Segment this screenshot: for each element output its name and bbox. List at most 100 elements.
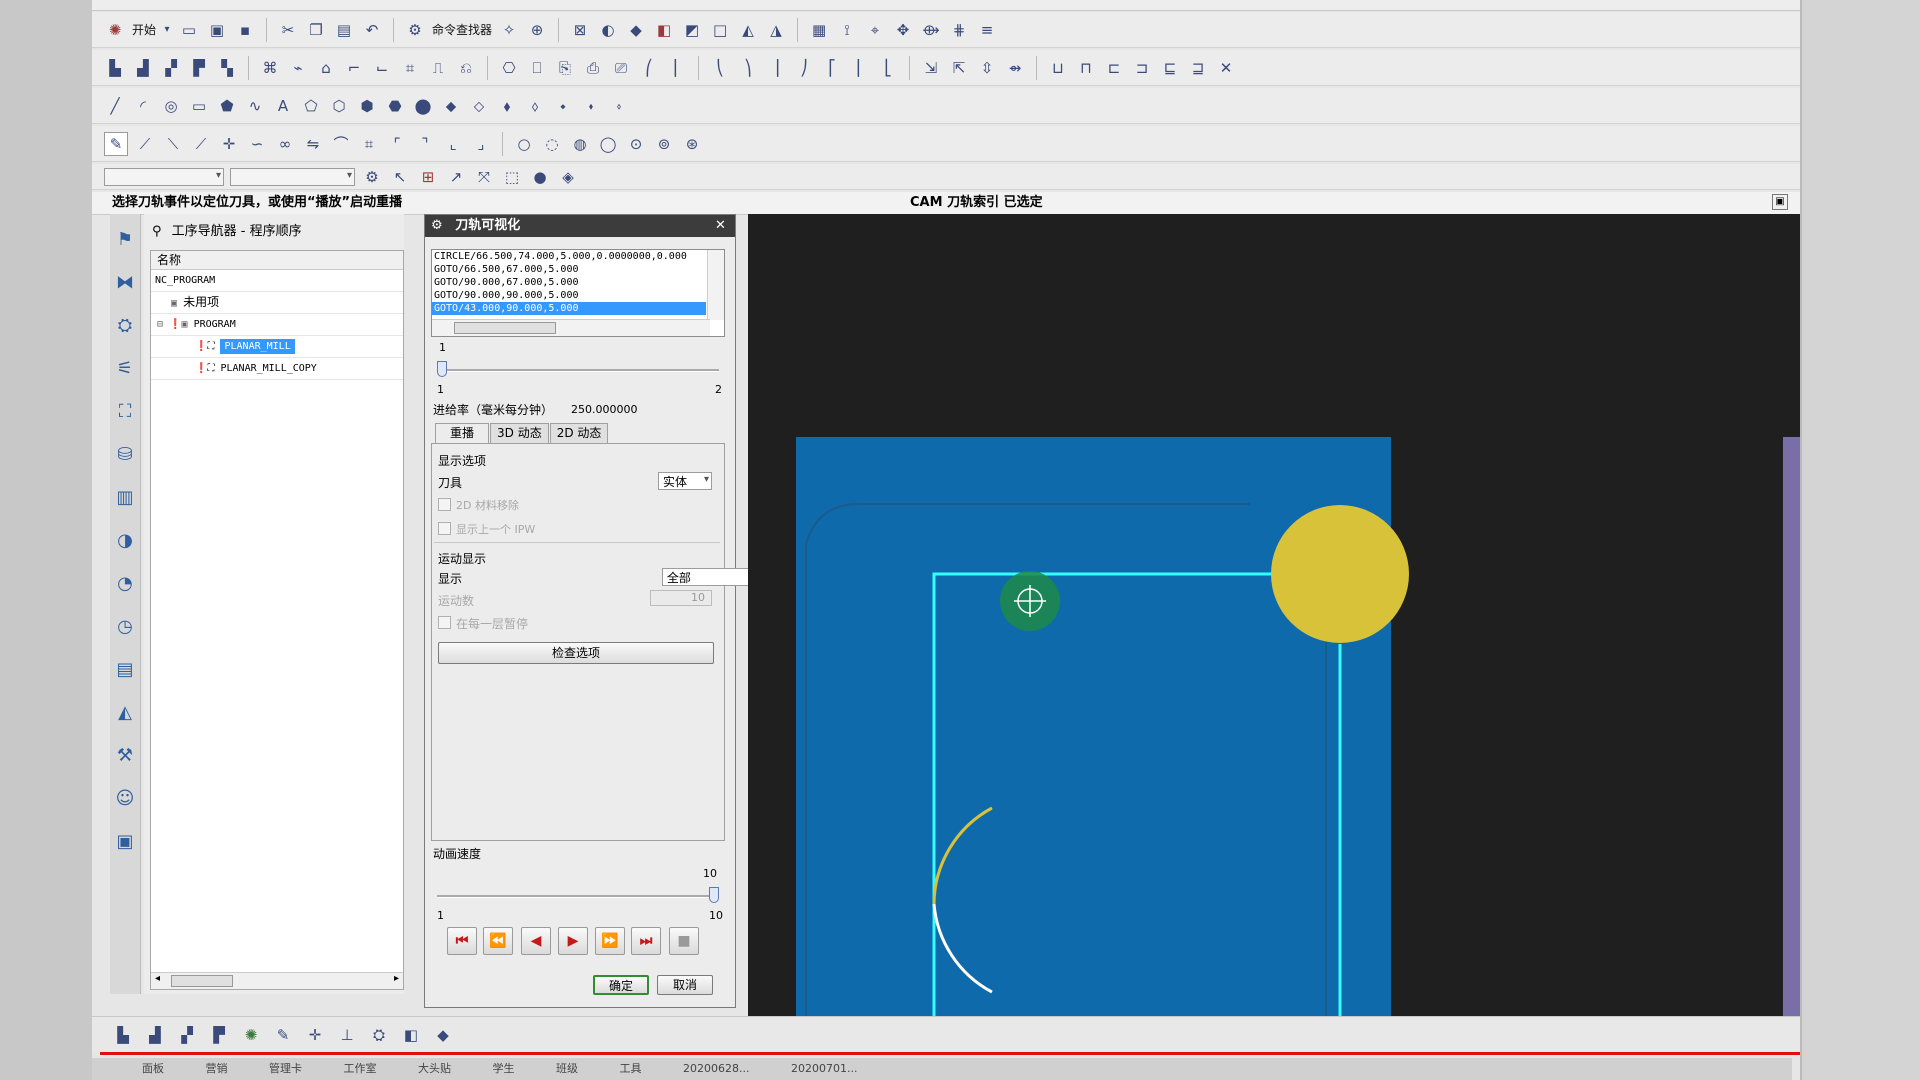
ruler-icon[interactable]: ≡ bbox=[976, 19, 998, 41]
polygon-icon[interactable]: ⬟ bbox=[216, 95, 238, 117]
taskbar-item[interactable]: 面板 bbox=[142, 1062, 164, 1075]
snap-view-icon[interactable]: ◭ bbox=[737, 19, 759, 41]
cross-icon[interactable]: ✛ bbox=[218, 133, 240, 155]
project-curve-icon[interactable]: ⬡ bbox=[328, 95, 350, 117]
select-all-icon[interactable]: ⚙ bbox=[361, 166, 383, 188]
tree-row-unused[interactable]: ▣ 未用项 bbox=[151, 292, 403, 314]
event-slider-track[interactable] bbox=[437, 369, 719, 372]
paste-icon[interactable]: ▤ bbox=[333, 19, 355, 41]
speed-slider-track[interactable] bbox=[437, 895, 719, 898]
fillet-icon[interactable]: ⌒ bbox=[330, 133, 352, 155]
measure-icon[interactable]: ⟟ bbox=[836, 19, 858, 41]
spline-icon[interactable]: ∿ bbox=[244, 95, 266, 117]
type-filter-combo[interactable] bbox=[104, 167, 224, 186]
ellipse-icon[interactable]: ⊙ bbox=[625, 133, 647, 155]
datum-icon[interactable]: ▛ bbox=[208, 1024, 230, 1046]
tool-display-select[interactable]: 实体 bbox=[658, 472, 712, 490]
filter-icon[interactable]: ⊕ bbox=[526, 19, 548, 41]
shell-icon[interactable]: ⬫ bbox=[608, 95, 630, 117]
corner-icon[interactable]: ⌜ bbox=[386, 133, 408, 155]
cut-icon[interactable]: ✂ bbox=[277, 19, 299, 41]
delete-object-icon[interactable]: ⌙ bbox=[371, 57, 393, 79]
circle-tangent-icon[interactable]: ◍ bbox=[569, 133, 591, 155]
tool-display-icon[interactable]: ⎢ bbox=[849, 57, 871, 79]
method-view-icon[interactable]: ⎠ bbox=[793, 57, 815, 79]
cube-small-icon[interactable]: ◆ bbox=[432, 1024, 454, 1046]
angle-line-icon[interactable]: ⟋ bbox=[190, 133, 212, 155]
sphere-select-icon[interactable]: ● bbox=[529, 166, 551, 188]
tree-row-nc-program[interactable]: NC_PROGRAM bbox=[151, 270, 403, 292]
cls-code-list[interactable]: CIRCLE/66.500,74.000,5.000,0.0000000,0.0… bbox=[431, 249, 725, 337]
grid-icon[interactable]: ⋕ bbox=[948, 19, 970, 41]
sketch-icon[interactable]: ✎ bbox=[104, 131, 128, 156]
cube-select-icon[interactable]: ◈ bbox=[557, 166, 579, 188]
orient-view-icon[interactable]: ◩ bbox=[681, 19, 703, 41]
check-options-button[interactable]: 检查选项 bbox=[438, 642, 714, 664]
cut-object-icon[interactable]: ⌁ bbox=[287, 57, 309, 79]
line-icon[interactable]: ╱ bbox=[104, 95, 126, 117]
edit-object-icon[interactable]: ⌘ bbox=[259, 57, 281, 79]
simulate-icon[interactable]: ⎕ bbox=[526, 57, 548, 79]
move-icon[interactable]: ✥ bbox=[892, 19, 914, 41]
taskbar-item[interactable]: 大头贴 bbox=[418, 1062, 451, 1075]
trim-icon[interactable]: ⌞ bbox=[442, 133, 464, 155]
trim-curve-icon[interactable]: ⬤ bbox=[412, 95, 434, 117]
output-cls-icon[interactable]: ⎛ bbox=[638, 57, 660, 79]
play-reverse-button[interactable]: ◀ bbox=[521, 927, 551, 955]
scroll-right-icon[interactable]: ▸ bbox=[394, 973, 399, 984]
code-vertical-scrollbar[interactable] bbox=[707, 250, 724, 320]
cylinder-icon[interactable]: ⊔ bbox=[1047, 57, 1069, 79]
create-geometry-icon[interactable]: ▞ bbox=[160, 57, 182, 79]
code-line-selected[interactable]: GOTO/43.000,90.000,5.000 bbox=[432, 302, 706, 315]
feed-speed-icon[interactable]: ⎜ bbox=[666, 57, 688, 79]
paste-object-icon[interactable]: ⌐ bbox=[343, 57, 365, 79]
rectangle-icon[interactable]: ▭ bbox=[188, 95, 210, 117]
machine-tool-navigator-icon[interactable]: ⛶ bbox=[112, 398, 138, 424]
extend-icon[interactable]: ⌟ bbox=[470, 133, 492, 155]
table-icon[interactable]: ▦ bbox=[808, 19, 830, 41]
clean-up-icon[interactable]: ⇴ bbox=[1004, 57, 1026, 79]
replay-path-icon[interactable]: ⎌ bbox=[455, 57, 477, 79]
display-box-icon[interactable]: □ bbox=[709, 19, 731, 41]
analysis-shade-icon[interactable]: ✺ bbox=[240, 1024, 262, 1046]
cancel-button[interactable]: 取消 bbox=[657, 975, 713, 995]
column-header-name[interactable]: 名称 bbox=[151, 251, 403, 270]
rewind-to-start-button[interactable]: ⏮ bbox=[447, 927, 477, 955]
event-slider-thumb[interactable] bbox=[437, 361, 447, 377]
tab-3d-dynamic[interactable]: 3D 动态 bbox=[490, 423, 549, 443]
shape-icon[interactable]: ▞ bbox=[176, 1024, 198, 1046]
taskbar-item[interactable]: 班级 bbox=[556, 1062, 578, 1075]
constraint-navigator-icon[interactable]: ⧓ bbox=[112, 269, 138, 295]
code-line[interactable]: CIRCLE/66.500,74.000,5.000,0.0000000,0.0… bbox=[432, 250, 706, 263]
cutting-tool[interactable] bbox=[1271, 505, 1409, 643]
feature-icon[interactable]: ▙ bbox=[112, 1024, 134, 1046]
circle-point-icon[interactable]: ◎ bbox=[160, 95, 182, 117]
part-navigator-icon[interactable]: ⛭ bbox=[112, 312, 138, 338]
select-region-icon[interactable]: ⇱ bbox=[948, 57, 970, 79]
chain-icon[interactable]: ∞ bbox=[274, 133, 296, 155]
scroll-thumb[interactable] bbox=[454, 322, 556, 334]
code-horizontal-scrollbar[interactable] bbox=[432, 319, 710, 336]
maximize-icon[interactable]: ▣ bbox=[1772, 194, 1788, 210]
reuse-library-icon[interactable]: ⛁ bbox=[112, 441, 138, 467]
arc-3pt-icon[interactable]: ⊛ bbox=[681, 133, 703, 155]
new-file-icon[interactable]: ▭ bbox=[178, 19, 200, 41]
assembly-icon[interactable]: ⛭ bbox=[368, 1024, 390, 1046]
start-button[interactable]: 开始 bbox=[132, 21, 156, 38]
toolbox-icon[interactable]: ⊑ bbox=[1159, 57, 1181, 79]
post-process-icon[interactable]: ⎙ bbox=[582, 57, 604, 79]
join-curve-icon[interactable]: ⬣ bbox=[384, 95, 406, 117]
checkbox-show-previous-ipw[interactable] bbox=[438, 522, 451, 535]
thicken-icon[interactable]: ⬪ bbox=[580, 95, 602, 117]
taskbar-item[interactable]: 20200701... bbox=[791, 1062, 857, 1075]
cross-small-icon[interactable]: ✛ bbox=[304, 1024, 326, 1046]
render-style-icon[interactable]: ◐ bbox=[597, 19, 619, 41]
revolve-icon[interactable]: ⬨ bbox=[524, 95, 546, 117]
sketch-small-icon[interactable]: ✎ bbox=[272, 1024, 294, 1046]
bridge-curve-icon[interactable]: ⬢ bbox=[356, 95, 378, 117]
graphics-viewport[interactable] bbox=[748, 214, 1800, 1016]
machine-view-icon[interactable]: ⎞ bbox=[737, 57, 759, 79]
create-operation-icon[interactable]: ▚ bbox=[216, 57, 238, 79]
assembly-navigator-icon[interactable]: ⚑ bbox=[112, 226, 138, 252]
line-sketch-icon[interactable]: ⟍ bbox=[162, 133, 184, 155]
